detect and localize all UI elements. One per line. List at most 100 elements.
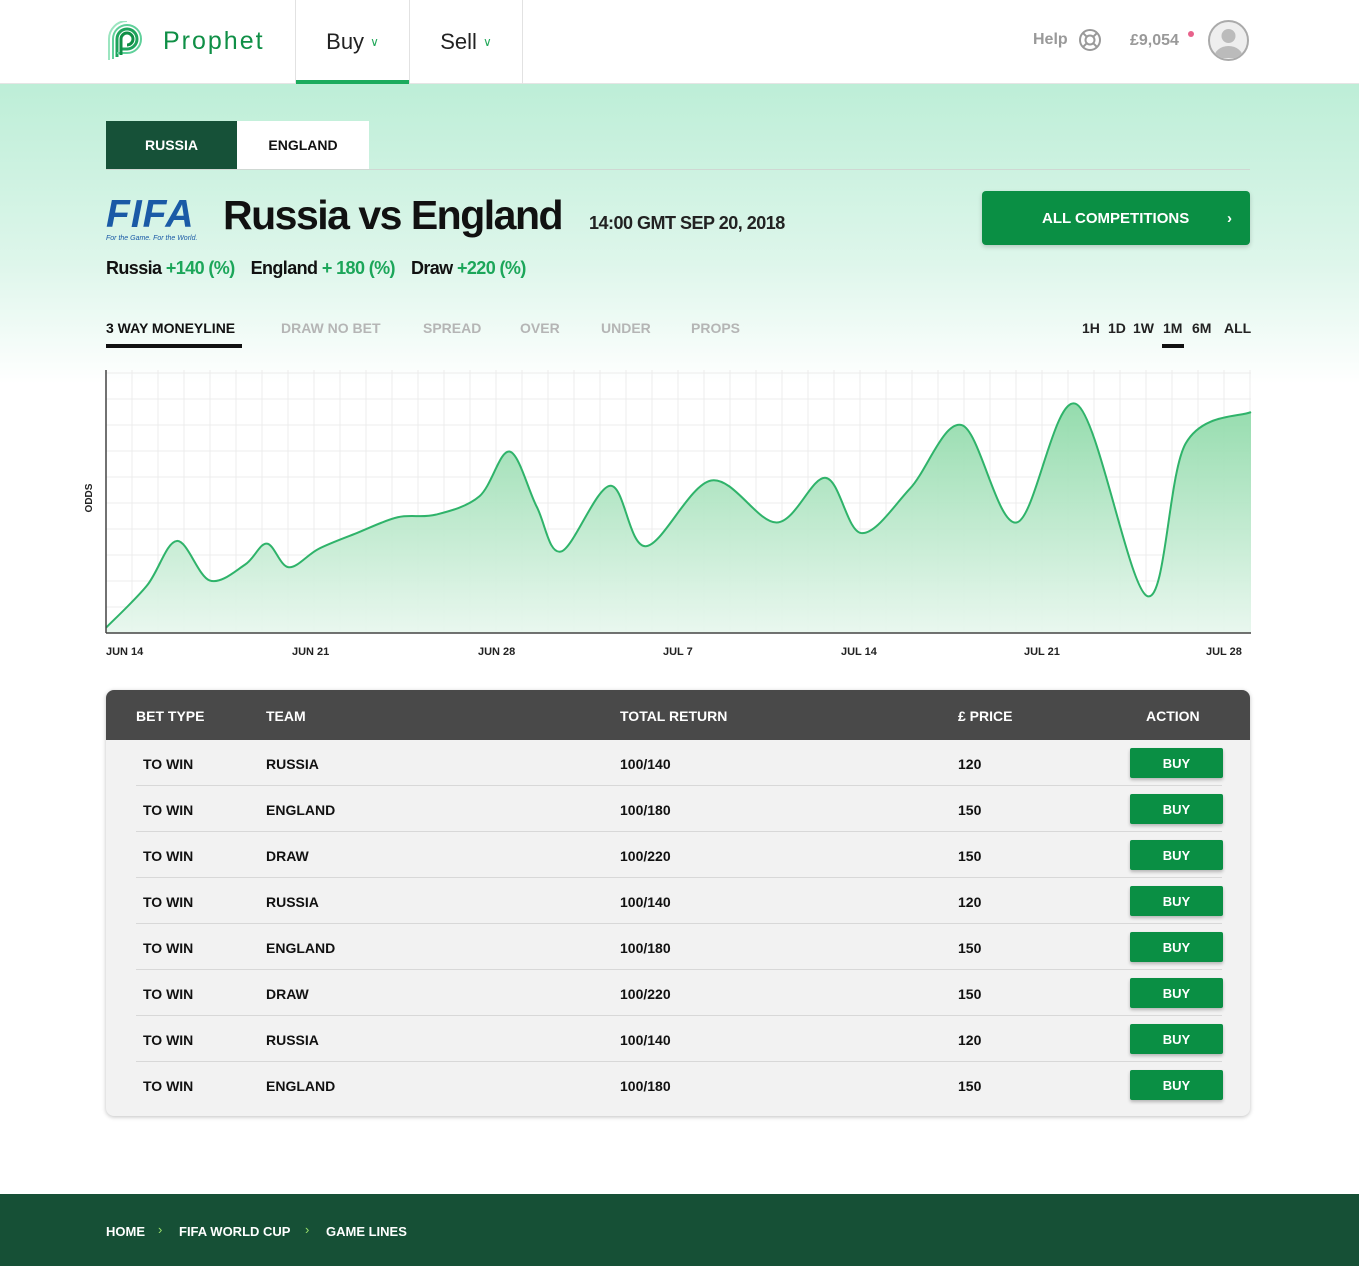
breadcrumb-game-lines[interactable]: GAME LINES	[326, 1224, 407, 1239]
col-action: ACTION	[1146, 708, 1200, 724]
x-tick-label: JUL 21	[1024, 646, 1060, 658]
range-1m[interactable]: 1M	[1163, 320, 1182, 336]
cell-total-return: 100/140	[620, 756, 671, 772]
brand-logo[interactable]: Prophet	[103, 21, 265, 61]
odds-value: +140 (%)	[165, 258, 235, 278]
tab-draw-no-bet[interactable]: DRAW NO BET	[281, 320, 381, 336]
cell-total-return: 100/180	[620, 802, 671, 818]
odds-value: +220 (%)	[456, 258, 526, 278]
x-tick-label: JUN 28	[478, 646, 515, 658]
cell-bet-type: TO WIN	[143, 756, 194, 772]
x-tick-label: JUL 28	[1206, 646, 1242, 658]
col-bet-type: BET TYPE	[136, 708, 205, 724]
tab-spread[interactable]: SPREAD	[423, 320, 481, 336]
odds-value: + 180 (%)	[321, 258, 396, 278]
tab-3-way-moneyline[interactable]: 3 WAY MONEYLINE	[106, 320, 235, 336]
odds-england: England + 180 (%)	[251, 258, 396, 279]
tab-over[interactable]: OVER	[520, 320, 560, 336]
cell-total-return: 100/180	[620, 940, 671, 956]
page-title: Russia vs England	[223, 192, 564, 238]
cell-bet-type: TO WIN	[143, 848, 194, 864]
active-range-indicator	[1162, 344, 1184, 348]
buy-button[interactable]: BUY	[1130, 886, 1223, 916]
table-row: TO WIN DRAW 100/220 150 BUY	[136, 970, 1223, 1016]
cell-team: DRAW	[266, 986, 309, 1002]
cell-total-return: 100/220	[620, 848, 671, 864]
cell-total-return: 100/220	[620, 986, 671, 1002]
notification-dot	[1188, 31, 1194, 37]
cell-total-return: 100/140	[620, 894, 671, 910]
breadcrumb-fifa-world-cup[interactable]: FIFA WORLD CUP	[179, 1224, 290, 1239]
cell-team: RUSSIA	[266, 894, 319, 910]
tab-props[interactable]: PROPS	[691, 320, 740, 336]
bets-table: BET TYPE TEAM TOTAL RETURN £ PRICE ACTIO…	[106, 690, 1250, 1116]
cell-team: ENGLAND	[266, 940, 336, 956]
buy-button[interactable]: BUY	[1130, 794, 1223, 824]
table-header: BET TYPE TEAM TOTAL RETURN £ PRICE ACTIO…	[106, 690, 1250, 740]
fifa-tagline: For the Game. For the World.	[106, 235, 198, 242]
help-label: Help	[1033, 31, 1068, 48]
tab-under[interactable]: UNDER	[601, 320, 651, 336]
cell-bet-type: TO WIN	[143, 802, 194, 818]
help-link[interactable]: Help	[1033, 28, 1102, 52]
all-competitions-button[interactable]: ALL COMPETITIONS ›	[982, 191, 1250, 245]
tab-russia[interactable]: RUSSIA	[106, 121, 237, 169]
account-balance[interactable]: £9,054	[1130, 32, 1179, 50]
range-1d[interactable]: 1D	[1108, 320, 1126, 336]
chevron-right-icon: ›	[305, 1222, 310, 1237]
buy-button[interactable]: BUY	[1130, 1070, 1223, 1100]
chevron-down-icon: ∨	[482, 35, 492, 49]
divider	[106, 169, 1250, 170]
table-row: TO WIN RUSSIA 100/140 120 BUY	[136, 1016, 1223, 1062]
table-row: TO WIN RUSSIA 100/140 120 BUY	[136, 740, 1223, 786]
cell-price: 150	[958, 848, 982, 864]
odds-draw: Draw +220 (%)	[411, 258, 526, 279]
x-tick-label: JUL 7	[663, 646, 693, 658]
range-6m[interactable]: 6M	[1192, 320, 1211, 336]
range-1h[interactable]: 1H	[1082, 320, 1100, 336]
nav-sell[interactable]: Sell ∨	[410, 0, 522, 84]
all-competitions-label: ALL COMPETITIONS	[1042, 209, 1190, 227]
table-row: TO WIN ENGLAND 100/180 150 BUY	[136, 786, 1223, 832]
footer-breadcrumb-bar: HOME › FIFA WORLD CUP › GAME LINES	[0, 1194, 1359, 1266]
buy-button[interactable]: BUY	[1130, 932, 1223, 962]
table-row: TO WIN RUSSIA 100/140 120 BUY	[136, 878, 1223, 924]
y-axis-label: ODDS	[84, 483, 95, 512]
cell-bet-type: TO WIN	[143, 940, 194, 956]
cell-price: 150	[958, 940, 982, 956]
cell-team: RUSSIA	[266, 756, 319, 772]
brand-name: Prophet	[163, 26, 265, 55]
buy-button[interactable]: BUY	[1130, 840, 1223, 870]
cell-total-return: 100/140	[620, 1032, 671, 1048]
fifa-logo: FIFA For the Game. For the World.	[106, 193, 206, 248]
odds-russia: Russia +140 (%)	[106, 258, 235, 279]
avatar[interactable]	[1208, 20, 1249, 61]
col-total-return: TOTAL RETURN	[620, 708, 728, 724]
tab-england[interactable]: ENGLAND	[237, 121, 369, 169]
range-1w[interactable]: 1W	[1133, 320, 1154, 336]
buy-button[interactable]: BUY	[1130, 1024, 1223, 1054]
chevron-right-icon: ›	[158, 1222, 163, 1237]
x-tick-label: JUL 14	[841, 646, 878, 658]
cell-bet-type: TO WIN	[143, 894, 194, 910]
nav-divider	[522, 0, 523, 84]
cell-bet-type: TO WIN	[143, 986, 194, 1002]
cell-price: 120	[958, 756, 982, 772]
fifa-logo-text: FIFA	[106, 193, 195, 236]
match-time: 14:00 GMT SEP 20, 2018	[589, 213, 785, 233]
lifebuoy-icon	[1078, 29, 1101, 51]
nav-buy[interactable]: Buy ∨	[296, 0, 409, 84]
active-tab-indicator	[106, 344, 242, 348]
cell-price: 150	[958, 802, 982, 818]
cell-team: RUSSIA	[266, 1032, 319, 1048]
table-row: TO WIN ENGLAND 100/180 150 BUY	[136, 1062, 1223, 1108]
buy-button[interactable]: BUY	[1130, 748, 1223, 778]
cell-team: ENGLAND	[266, 802, 336, 818]
buy-button[interactable]: BUY	[1130, 978, 1223, 1008]
range-all[interactable]: ALL	[1224, 320, 1251, 336]
breadcrumb-home[interactable]: HOME	[106, 1224, 145, 1239]
cell-bet-type: TO WIN	[143, 1032, 194, 1048]
x-tick-label: JUN 14	[106, 646, 144, 658]
cell-price: 150	[958, 1078, 982, 1094]
team-tabs: RUSSIA ENGLAND	[106, 121, 369, 169]
